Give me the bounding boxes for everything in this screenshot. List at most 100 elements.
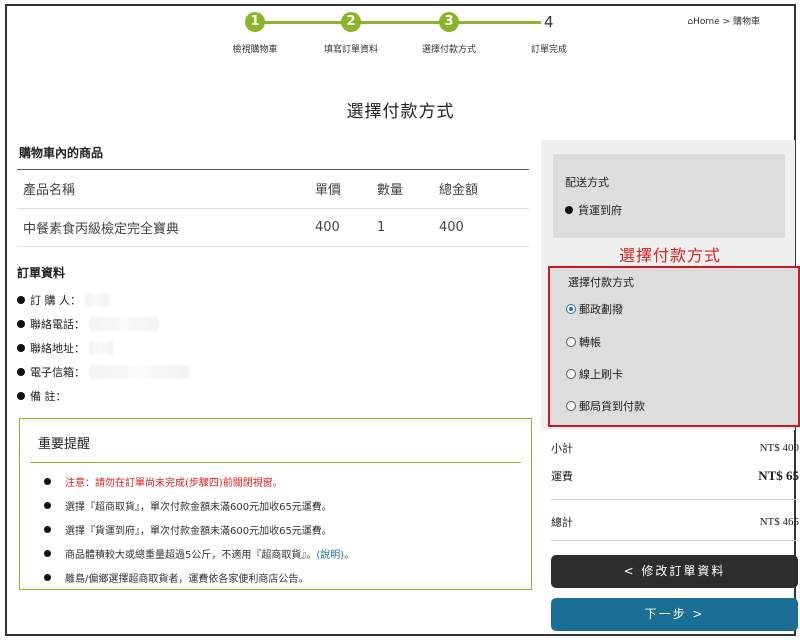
header-qty: 數量 [377, 170, 439, 209]
cart-section: 購物車內的商品 產品名稱 單價 數量 總金額 中餐素食丙級檢定完全寶典 400 … [17, 136, 529, 247]
radio-icon[interactable] [566, 369, 576, 379]
explanation-link[interactable]: (說明) [316, 546, 344, 561]
notice-text: 離島/偏鄉選擇超商取貨者，運費依各家便利商店公告。 [65, 573, 309, 585]
payment-option-bank-transfer[interactable]: 轉帳 [566, 334, 601, 350]
cell-product: 中餐素食丙級檢定完全寶典 [17, 208, 315, 247]
next-step-button[interactable]: 下一步 > [551, 598, 798, 631]
shipping-fee-value: NT$ 65 [758, 468, 799, 483]
field-label: 聯絡電話： [30, 318, 85, 331]
bullet-icon [44, 549, 51, 557]
breadcrumb: ⌂Home > 購物車 [687, 14, 760, 27]
bullet-icon [565, 206, 573, 214]
shipping-title: 配送方式 [565, 176, 609, 189]
subtotal-label: 小計 [551, 442, 573, 455]
breadcrumb-current: 購物車 [732, 17, 760, 27]
radio-icon[interactable] [566, 401, 576, 411]
step-4-label: 訂單完成 [530, 45, 568, 55]
list-item: 離島/偏鄉選擇超商取貨者，運費依各家便利商店公告。 [30, 565, 521, 589]
payment-title: 選擇付款方式 [568, 276, 634, 289]
notice-text: 注意：請勿在訂單尚未完成(步驟四)前關閉視窗。 [65, 477, 283, 489]
checkout-steps: 1 2 3 4 檢視購物車 填寫訂單資料 選擇付款方式 訂單完成 [7, 6, 794, 76]
steps-progress-line [255, 21, 541, 24]
payment-option-cod[interactable]: 郵局貨到付款 [566, 398, 645, 414]
shipping-fee-label: 運費 [551, 470, 573, 483]
cell-price: 400 [315, 208, 377, 247]
shipping-method: 貨運到府 [578, 204, 622, 217]
bullet-icon [17, 296, 25, 304]
breadcrumb-separator: > [722, 17, 731, 27]
header-product: 產品名稱 [17, 170, 315, 209]
payment-callout: 選擇付款方式 [619, 246, 722, 265]
order-field-address: 聯絡地址： [17, 336, 417, 360]
order-info-title: 訂單資料 [17, 266, 66, 280]
list-item: 選擇『超商取貨』，單次付款金額未滿600元加收65元運費。 [30, 493, 521, 517]
redacted-value [85, 293, 109, 307]
list-item: 注意：請勿在訂單尚未完成(步驟四)前關閉視窗。 [30, 469, 521, 493]
redacted-value [89, 341, 113, 355]
field-label: 電子信箱： [30, 366, 85, 379]
cell-qty: 1 [377, 208, 439, 247]
step-2-label: 填寫訂單資料 [323, 45, 379, 55]
step-2-circle: 2 [341, 12, 361, 32]
list-item: 選擇『貨運到府』，單次付款金額未滿600元加收65元運費。 [30, 517, 521, 541]
total-label: 總計 [551, 516, 573, 529]
redacted-value [89, 365, 189, 379]
notice-text-suffix: 。 [344, 549, 355, 561]
bullet-icon [17, 392, 25, 400]
header-total: 總金額 [439, 170, 529, 209]
field-label: 訂 購 人： [30, 294, 81, 307]
shipping-value: 貨運到府 [565, 202, 622, 218]
summary-divider [551, 499, 799, 500]
list-item: 商品體積較大或總重量超過5公斤，不適用『超商取貨』。 (說明)。 [30, 541, 521, 565]
step-1-circle: 1 [245, 12, 265, 32]
cart-table: 產品名稱 單價 數量 總金額 中餐素食丙級檢定完全寶典 400 1 400 [17, 170, 529, 247]
shipping-fee-row: 運費 NT$ 65 [551, 468, 799, 484]
total-row: 總計 NT$ 465 [551, 514, 799, 530]
notice-text: 商品體積較大或總重量超過5公斤，不適用『超商取貨』。 [65, 549, 317, 561]
bullet-icon [44, 501, 51, 509]
payment-option-label[interactable]: 線上刷卡 [579, 366, 623, 382]
bullet-icon [17, 320, 25, 328]
header-price: 單價 [315, 170, 377, 209]
subtotal-row: 小計 NT$ 400 [551, 440, 799, 456]
cart-header-row: 產品名稱 單價 數量 總金額 [17, 170, 529, 209]
step-3-circle: 3 [439, 12, 459, 32]
radio-icon[interactable] [566, 337, 576, 347]
edit-order-button[interactable]: < 修改訂單資料 [551, 555, 798, 588]
bullet-icon [44, 477, 51, 485]
step-4-number: 4 [544, 13, 554, 31]
payment-option-label[interactable]: 郵局貨到付款 [579, 398, 645, 414]
cart-title: 購物車內的商品 [17, 136, 529, 170]
subtotal-value: NT$ 400 [759, 442, 799, 454]
bullet-icon [44, 525, 51, 533]
payment-option-label[interactable]: 轉帳 [579, 334, 601, 350]
order-info: 訂單資料 訂 購 人： 聯絡電話： 聯絡地址： 電子信箱： 備 註： [17, 264, 417, 408]
redacted-value [89, 317, 159, 331]
notice-title: 重要提醒 [30, 419, 521, 463]
page-frame: 1 2 3 4 檢視購物車 填寫訂單資料 選擇付款方式 訂單完成 ⌂Home >… [5, 4, 800, 636]
order-field-buyer: 訂 購 人： [17, 288, 417, 312]
shipping-box: 配送方式 貨運到府 [553, 154, 785, 238]
radio-selected-icon[interactable] [566, 304, 576, 314]
order-field-email: 電子信箱： [17, 360, 417, 384]
breadcrumb-home[interactable]: Home [693, 17, 720, 27]
notice-text: 選擇『超商取貨』，單次付款金額未滿600元加收65元運費。 [65, 501, 332, 513]
notice-list: 注意：請勿在訂單尚未完成(步驟四)前關閉視窗。 選擇『超商取貨』，單次付款金額未… [30, 469, 521, 589]
payment-option-label[interactable]: 郵政劃撥 [579, 301, 623, 317]
table-row: 中餐素食丙級檢定完全寶典 400 1 400 [17, 208, 529, 247]
payment-option-postal-transfer[interactable]: 郵政劃撥 [566, 301, 623, 317]
order-field-phone: 聯絡電話： [17, 312, 417, 336]
page-title: 選擇付款方式 [346, 102, 455, 122]
payment-box: 選擇付款方式 郵政劃撥 轉帳 線上刷卡 郵局貨到付款 [548, 266, 800, 427]
step-3-label: 選擇付款方式 [421, 45, 477, 55]
bullet-icon [17, 344, 25, 352]
order-field-note: 備 註： [17, 384, 417, 408]
notice-text: 選擇『貨運到府』，單次付款金額未滿600元加收65元運費。 [65, 525, 332, 537]
payment-option-credit-card[interactable]: 線上刷卡 [566, 366, 623, 382]
bullet-icon [44, 573, 51, 581]
total-value: NT$ 465 [759, 516, 799, 528]
summary-divider [551, 540, 799, 541]
field-label: 聯絡地址： [30, 342, 85, 355]
important-notice: 重要提醒 注意：請勿在訂單尚未完成(步驟四)前關閉視窗。 選擇『超商取貨』，單次… [19, 418, 532, 590]
step-1-label: 檢視購物車 [232, 45, 278, 55]
